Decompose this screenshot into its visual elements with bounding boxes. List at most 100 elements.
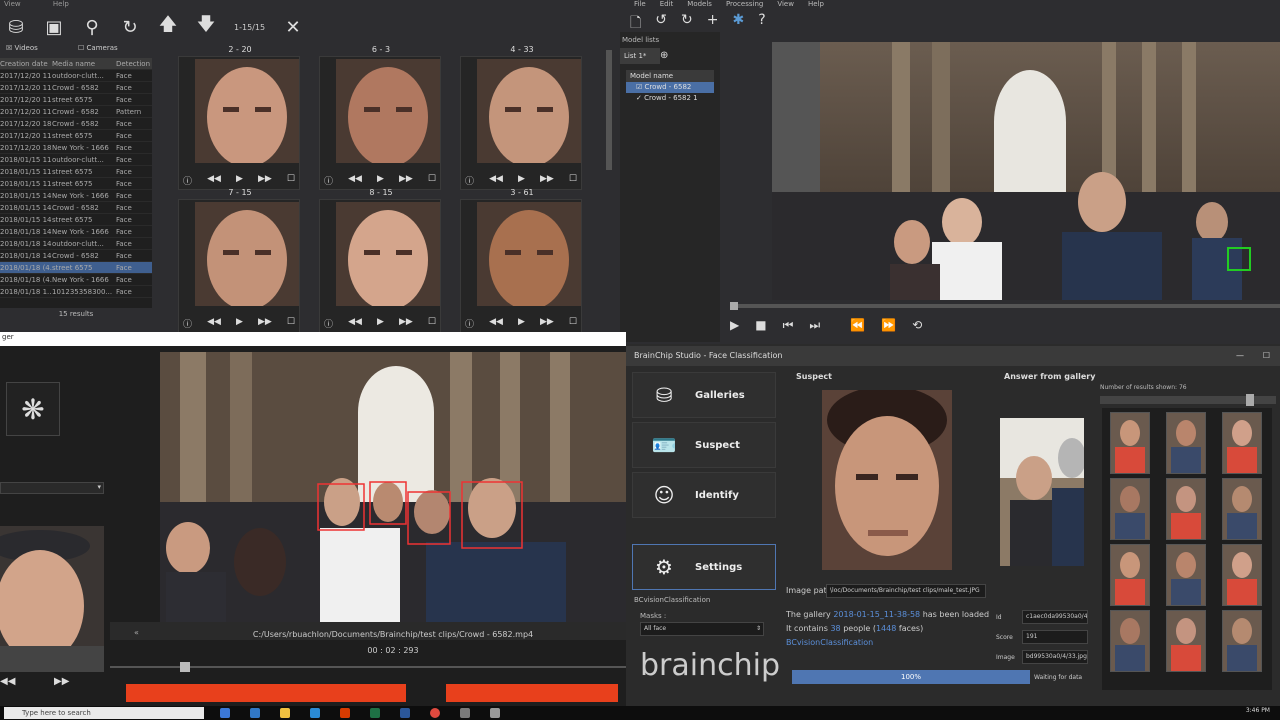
play-icon[interactable]: ▶ (377, 317, 384, 330)
menu-file[interactable]: File (634, 0, 646, 10)
loop-icon[interactable]: ⟲ (912, 318, 922, 333)
edge-icon[interactable] (250, 708, 260, 718)
arrow-up-icon[interactable]: 🡅 (158, 12, 178, 42)
nav-identify[interactable]: ☺ Identify (632, 472, 776, 518)
explorer-icon[interactable] (280, 708, 290, 718)
nav-galleries[interactable]: ⛁ Galleries (632, 372, 776, 418)
close-icon[interactable]: ✕ (283, 17, 303, 38)
table-row[interactable]: 2017/12/20 11...street 6575 Face (0, 94, 152, 106)
red-action-button[interactable] (126, 684, 406, 702)
table-row[interactable]: 2018/01/18 14...outdoor-clutt... Face (0, 238, 152, 250)
dropdown[interactable]: ▾ (0, 482, 104, 494)
forward-icon[interactable]: ▶▶ (258, 174, 272, 187)
model-item[interactable]: ☑ Crowd - 6582 (626, 82, 714, 93)
play-icon[interactable]: ▶ (518, 317, 525, 330)
forward-icon[interactable]: ▶▶ (540, 317, 554, 330)
task-view-icon[interactable] (220, 708, 230, 718)
search-icon[interactable]: ⚲ (82, 17, 102, 38)
table-row[interactable]: 2018/01/15 11...outdoor-clutt... Face (0, 154, 152, 166)
menu-processing[interactable]: Processing (726, 0, 763, 10)
checkbox[interactable]: ☐ (428, 174, 436, 187)
store-icon[interactable] (310, 708, 320, 718)
table-row[interactable]: 2018/01/18 (4... street 6575 Face (0, 262, 152, 274)
play-icon[interactable]: ▶ (730, 318, 739, 333)
prev-icon[interactable]: ⏮ (783, 318, 794, 333)
checkbox[interactable]: ☐ (287, 174, 295, 187)
excel-icon[interactable] (370, 708, 380, 718)
face-thumbnail[interactable]: 6 - 3 ⓘ ◀◀ ▶ ▶▶ ☐ (319, 45, 441, 190)
info-icon[interactable]: ⓘ (324, 174, 333, 187)
image-field[interactable]: bd99530a0/4/33.jpg (1022, 650, 1088, 664)
table-row[interactable]: 2017/12/20 18...New York - 1666 Face (0, 142, 152, 154)
face-thumbnail[interactable]: 7 - 15 ⓘ ◀◀ ▶ ▶▶ ☐ (178, 188, 300, 332)
scrollbar[interactable] (606, 50, 612, 170)
step-forward-icon[interactable]: ⏩ (881, 318, 896, 333)
menu-models[interactable]: Models (687, 0, 712, 10)
menu-edit[interactable]: Edit (660, 0, 674, 10)
menu-help[interactable]: Help (53, 0, 69, 8)
play-icon[interactable]: ▶ (236, 174, 243, 187)
info-icon[interactable]: ⓘ (183, 317, 192, 330)
refresh-icon[interactable]: ↻ (120, 17, 140, 38)
face-thumbnail[interactable]: 4 - 33 ⓘ ◀◀ ▶ ▶▶ ☐ (460, 45, 582, 190)
checkbox[interactable]: ☐ (569, 174, 577, 187)
maximize-icon[interactable]: ☐ (1263, 346, 1270, 366)
col-media-name[interactable]: Media name (52, 58, 116, 69)
forward-icon[interactable]: ▶▶ (258, 317, 272, 330)
table-row[interactable]: 2018/01/18 (4... New York - 1666 Face (0, 274, 152, 286)
table-row[interactable]: 2017/12/20 11...outdoor-clutt... Face (0, 70, 152, 82)
minimize-icon[interactable]: — (1236, 346, 1244, 366)
taskbar-search[interactable]: Type here to search (4, 707, 204, 719)
forward-icon[interactable]: ▶▶ (540, 174, 554, 187)
collapse-icon[interactable]: « (134, 628, 139, 637)
rewind-icon[interactable]: ◀◀ (207, 317, 221, 330)
info-icon[interactable]: ⓘ (183, 174, 192, 187)
menu-help[interactable]: Help (808, 0, 824, 10)
table-row[interactable]: 2018/01/15 11...street 6575 Face (0, 166, 152, 178)
snowflake-icon[interactable]: ✱ (732, 12, 744, 36)
camera-tool-icon[interactable]: ▣ (44, 17, 64, 38)
app-icon[interactable] (460, 708, 470, 718)
info-icon[interactable]: ⓘ (324, 317, 333, 330)
gallery-thumbnail[interactable] (1166, 544, 1206, 606)
step-back-icon[interactable]: ⏪ (850, 318, 865, 333)
table-row[interactable]: 2018/01/15 14...New York - 1666 Face (0, 190, 152, 202)
gallery-thumbnail[interactable] (1222, 478, 1262, 540)
table-row[interactable]: 2017/12/20 11...street 6575 Face (0, 130, 152, 142)
nav-settings[interactable]: ⚙ Settings (632, 544, 776, 590)
next-icon[interactable]: ▶▶ (54, 676, 69, 687)
timeline-slider[interactable] (730, 304, 1280, 308)
forward-icon[interactable]: ▶▶ (399, 174, 413, 187)
col-creation-date[interactable]: Creation date (0, 58, 52, 69)
face-thumbnail[interactable]: 2 - 20 ⓘ ◀◀ ▶ ▶▶ ☐ (178, 45, 300, 190)
play-icon[interactable]: ▶ (377, 174, 384, 187)
cameras-filter[interactable]: ☐ Cameras (78, 44, 118, 52)
play-icon[interactable]: ▶ (518, 174, 525, 187)
help-icon[interactable]: ? (758, 12, 765, 36)
rewind-icon[interactable]: ◀◀ (348, 174, 362, 187)
play-icon[interactable]: ▶ (236, 317, 243, 330)
menu-view[interactable]: View (4, 0, 21, 8)
gallery-thumbnail[interactable] (1222, 610, 1262, 672)
nav-suspect[interactable]: 🪪 Suspect (632, 422, 776, 468)
next-icon[interactable]: ⏭ (809, 318, 820, 333)
image-path-field[interactable]: \loc/Documents/Brainchip/test clips/male… (826, 584, 986, 598)
prev-icon[interactable]: ◀◀ (0, 676, 15, 687)
gallery-thumbnail[interactable] (1166, 610, 1206, 672)
results-slider-handle[interactable] (1246, 394, 1254, 406)
table-row[interactable]: 2018/01/18 14...New York - 1666 Face (0, 226, 152, 238)
checkbox[interactable]: ☐ (287, 317, 295, 330)
word-icon[interactable] (400, 708, 410, 718)
model-item[interactable]: ✓ Crowd - 6582 1 (626, 93, 714, 104)
gallery-thumbnail[interactable] (1222, 412, 1262, 474)
rewind-icon[interactable]: ◀◀ (207, 174, 221, 187)
gallery-thumbnail[interactable] (1110, 478, 1150, 540)
red-action-button[interactable] (446, 684, 618, 702)
forward-icon[interactable]: ▶▶ (399, 317, 413, 330)
rewind-icon[interactable]: ◀◀ (489, 317, 503, 330)
chrome-icon[interactable] (430, 708, 440, 718)
gallery-thumbnail[interactable] (1110, 412, 1150, 474)
office-icon[interactable] (340, 708, 350, 718)
gallery-thumbnail[interactable] (1110, 544, 1150, 606)
table-row[interactable]: 2018/01/15 14...street 6575 Face (0, 214, 152, 226)
